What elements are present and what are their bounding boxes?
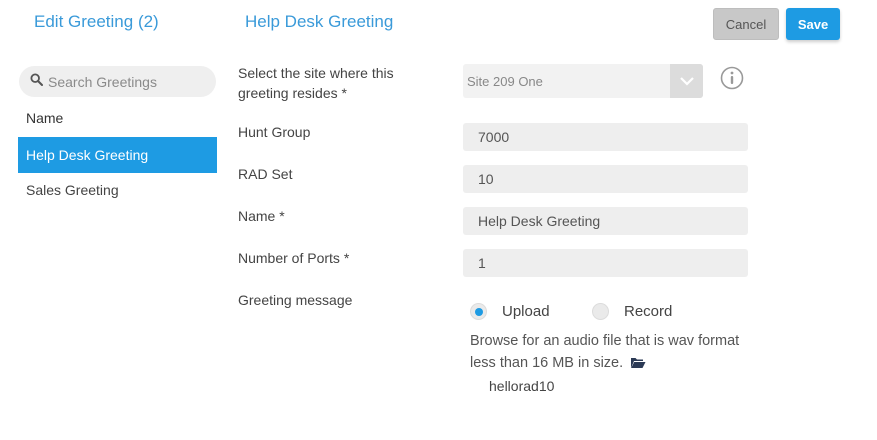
rad-set-label: RAD Set xyxy=(238,166,293,182)
info-icon[interactable] xyxy=(720,66,744,90)
list-column-header: Name xyxy=(26,110,64,126)
site-label-line1: Select the site where this xyxy=(238,65,394,81)
search-icon xyxy=(30,72,43,91)
chevron-down-icon[interactable] xyxy=(670,64,703,98)
folder-open-icon[interactable] xyxy=(627,355,646,371)
site-select[interactable]: Site 209 One xyxy=(463,64,703,98)
selected-file-name: hellorad10 xyxy=(489,378,555,394)
ports-field[interactable]: 1 xyxy=(463,249,748,277)
cancel-button[interactable]: Cancel xyxy=(713,8,779,40)
site-select-value: Site 209 One xyxy=(467,73,543,89)
save-button[interactable]: Save xyxy=(786,8,840,40)
search-box[interactable] xyxy=(19,66,216,97)
ports-label: Number of Ports * xyxy=(238,250,350,266)
name-field[interactable]: Help Desk Greeting xyxy=(463,207,748,235)
hunt-group-label: Hunt Group xyxy=(238,124,311,140)
browse-text: Browse for an audio file that is wav for… xyxy=(470,333,740,371)
upload-radio[interactable] xyxy=(470,303,487,320)
page-title: Help Desk Greeting xyxy=(245,12,394,31)
greeting-message-label: Greeting message xyxy=(238,292,353,308)
browse-instructions: Browse for an audio file that is wav for… xyxy=(470,330,740,374)
left-panel-title: Edit Greeting (2) xyxy=(34,12,159,31)
hunt-group-field[interactable]: 7000 xyxy=(463,123,748,151)
record-radio-label: Record xyxy=(624,303,673,320)
search-input[interactable] xyxy=(48,73,208,90)
record-radio[interactable] xyxy=(592,303,609,320)
record-radio-option[interactable]: Record xyxy=(592,303,672,320)
upload-radio-label: Upload xyxy=(502,303,550,320)
rad-set-field[interactable]: 10 xyxy=(463,165,748,193)
site-label-line2: greeting resides * xyxy=(238,85,347,101)
name-label: Name * xyxy=(238,208,285,224)
greeting-list-item-help-desk[interactable]: Help Desk Greeting xyxy=(18,137,217,173)
upload-radio-option[interactable]: Upload xyxy=(470,303,550,320)
site-label: Select the site where this greeting resi… xyxy=(238,63,394,103)
greeting-list-item-sales[interactable]: Sales Greeting xyxy=(18,172,217,208)
